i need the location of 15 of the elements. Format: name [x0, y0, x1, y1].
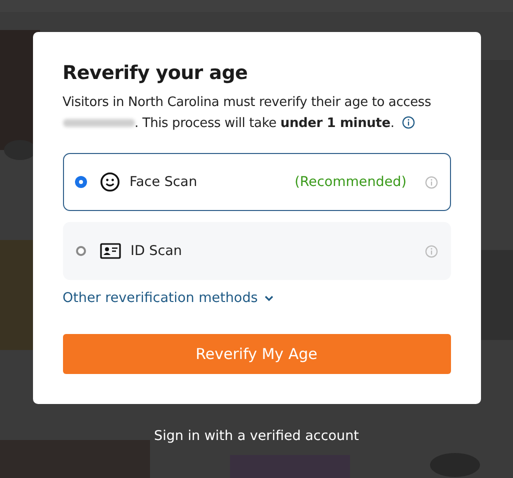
- radio-button[interactable]: [76, 246, 86, 256]
- info-icon[interactable]: [402, 116, 416, 129]
- option-card[interactable]: Face Scan (Recommended): [62, 153, 450, 211]
- option-card[interactable]: ID Scan: [62, 222, 450, 280]
- id-card-icon: [100, 243, 120, 259]
- radio-button[interactable]: [76, 177, 86, 187]
- description-text: Visitors in North Carolina must reverify their age to access . This process will take under 1 minute.: [62, 94, 432, 133]
- option-label: Face Scan: [130, 174, 198, 190]
- chevron-down-icon: [264, 294, 274, 302]
- smiley-icon: [100, 172, 120, 192]
- dialog-title: Reverify your age: [62, 62, 249, 84]
- option-label: ID Scan: [130, 243, 183, 259]
- sign-in-link[interactable]: Sign in with a verified account: [154, 428, 359, 444]
- recommended-note: (Recommended): [294, 174, 406, 190]
- other-methods-link[interactable]: Other reverification methods: [62, 290, 274, 306]
